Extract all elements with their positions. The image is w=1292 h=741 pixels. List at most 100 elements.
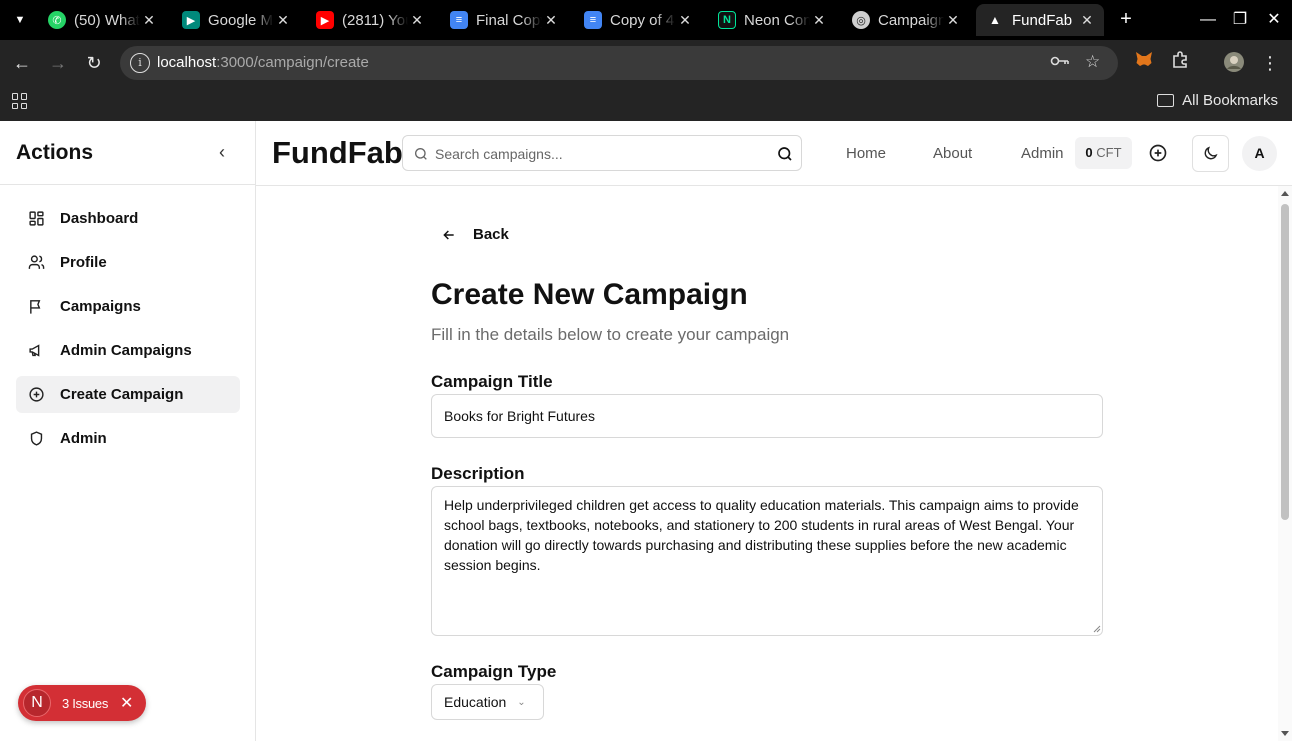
browser-tab[interactable]: ≡ Final Copy ✕ — [440, 4, 568, 36]
sidebar-item-admin[interactable]: Admin — [16, 420, 240, 457]
all-bookmarks-button[interactable]: All Bookmarks — [1157, 92, 1278, 109]
scroll-thumb[interactable] — [1281, 204, 1289, 520]
sidebar-item-label: Profile — [60, 254, 107, 271]
google-meet-icon: ▶ — [182, 11, 200, 29]
description-textarea[interactable]: Help underprivileged children get access… — [431, 486, 1103, 636]
browser-tab[interactable]: ≡ Copy of 4 ✕ — [574, 4, 702, 36]
browser-tab[interactable]: N Neon Console ✕ — [708, 4, 836, 36]
close-window-icon[interactable]: ✕ — [1262, 8, 1286, 32]
campaign-title-input[interactable] — [431, 394, 1103, 438]
arrow-left-icon — [443, 229, 454, 240]
campaign-type-select[interactable]: Education ⌄ — [431, 684, 544, 720]
tab-title: Campaigns — [878, 11, 944, 29]
scroll-up-arrow-icon[interactable] — [1281, 191, 1289, 196]
collapse-chevron-left-icon[interactable]: ‹ — [212, 141, 232, 165]
all-bookmarks-label: All Bookmarks — [1182, 92, 1278, 109]
tab-title: Final Copy — [476, 11, 542, 29]
theme-toggle-button[interactable] — [1192, 135, 1229, 172]
vercel-icon: ▲ — [989, 13, 1001, 27]
nav-admin[interactable]: Admin — [1021, 145, 1064, 162]
url-text[interactable]: localhost:3000/campaign/create — [157, 54, 369, 71]
profile-avatar-icon[interactable] — [1222, 51, 1246, 75]
youtube-icon: ▶ — [316, 11, 334, 29]
nav-about[interactable]: About — [933, 145, 972, 162]
campaign-type-label: Campaign Type — [431, 662, 557, 681]
bookmarks-bar: All Bookmarks — [0, 86, 1292, 121]
browser-tab[interactable]: ▶ Google Meet ✕ — [172, 4, 300, 36]
tab-close-icon[interactable]: ✕ — [274, 12, 292, 29]
brand-logo[interactable]: FundFab — [272, 135, 403, 171]
sidebar-item-dashboard[interactable]: Dashboard — [16, 200, 240, 237]
page-title: Create New Campaign — [431, 278, 748, 311]
browser-chrome: ▼ ✆ (50) WhatsApp ✕ ▶ Google Meet ✕ ▶ (2… — [0, 0, 1292, 121]
google-docs-icon: ≡ — [450, 11, 468, 29]
sidebar-item-campaigns[interactable]: Campaigns — [16, 288, 240, 325]
campaign-type-value: Education — [444, 694, 507, 710]
sidebar-item-admin-campaigns[interactable]: Admin Campaigns — [16, 332, 240, 369]
tab-strip: ▼ ✆ (50) WhatsApp ✕ ▶ Google Meet ✕ ▶ (2… — [0, 0, 1292, 40]
restore-icon[interactable]: ❐ — [1228, 8, 1252, 32]
sidebar-item-label: Admin Campaigns — [60, 342, 192, 359]
browser-tab[interactable]: ✆ (50) WhatsApp ✕ — [38, 4, 166, 36]
search-submit-icon[interactable] — [776, 145, 794, 163]
kebab-menu-icon[interactable]: ⋮ — [1258, 51, 1282, 75]
tab-close-icon[interactable]: ✕ — [676, 12, 694, 29]
sidebar-header: Actions ‹ — [0, 121, 255, 185]
credits-badge: 0 CFT — [1075, 137, 1132, 169]
back-label: Back — [473, 226, 509, 243]
address-bar[interactable]: i localhost:3000/campaign/create ☆ — [120, 46, 1118, 80]
tab-close-icon[interactable]: ✕ — [944, 12, 962, 29]
openai-icon: ◎ — [852, 11, 870, 29]
tab-title: FundFab — [1012, 11, 1073, 29]
user-avatar[interactable]: A — [1242, 136, 1277, 171]
forward-arrow-icon[interactable]: → — [46, 51, 70, 75]
whatsapp-icon: ✆ — [48, 11, 66, 29]
tab-close-icon[interactable]: ✕ — [810, 12, 828, 29]
tab-close-icon[interactable]: ✕ — [1078, 12, 1096, 29]
extensions-puzzle-icon[interactable] — [1168, 51, 1192, 75]
new-tab-icon[interactable]: + — [1114, 8, 1138, 32]
sidebar-title: Actions — [16, 141, 94, 164]
search-box[interactable] — [402, 135, 802, 171]
plus-circle-icon — [29, 387, 44, 402]
sidebar-item-label: Admin — [60, 430, 107, 447]
site-info-icon[interactable]: i — [130, 53, 150, 73]
search-input[interactable] — [435, 143, 755, 165]
back-button[interactable]: Back — [441, 226, 509, 243]
create-plus-icon[interactable] — [1148, 143, 1168, 163]
close-icon[interactable]: ✕ — [120, 693, 133, 713]
tab-close-icon[interactable]: ✕ — [140, 12, 158, 29]
back-arrow-icon[interactable]: ← — [10, 51, 34, 75]
bookmark-star-icon[interactable]: ☆ — [1085, 52, 1100, 72]
sidebar-item-label: Create Campaign — [60, 386, 184, 403]
sidebar-item-label: Dashboard — [60, 210, 139, 227]
credits-unit: CFT — [1096, 145, 1122, 160]
chevron-down-icon: ⌄ — [517, 696, 526, 708]
metamask-icon[interactable] — [1132, 51, 1156, 75]
browser-tab[interactable]: ▶ (2811) YouTube ✕ — [306, 4, 434, 36]
scroll-down-arrow-icon[interactable] — [1281, 731, 1289, 736]
page-subtitle: Fill in the details below to create your… — [431, 325, 790, 344]
megaphone-icon — [29, 344, 40, 357]
browser-tab[interactable]: ◎ Campaigns ✕ — [842, 4, 970, 36]
resize-handle-icon[interactable] — [1092, 624, 1101, 633]
minimize-icon[interactable]: — — [1196, 8, 1220, 32]
reload-icon[interactable]: ↻ — [82, 51, 106, 75]
browser-tab-active[interactable]: ▲ FundFab ✕ — [976, 4, 1104, 36]
page-scrollbar[interactable] — [1278, 186, 1292, 741]
sidebar-item-profile[interactable]: Profile — [16, 244, 240, 281]
tab-close-icon[interactable]: ✕ — [408, 12, 426, 29]
nav-home[interactable]: Home — [846, 145, 886, 162]
issues-badge[interactable]: N 3 Issues ✕ — [18, 685, 146, 721]
tab-close-icon[interactable]: ✕ — [542, 12, 560, 29]
url-path: :3000/campaign/create — [216, 54, 369, 71]
moon-icon — [1204, 146, 1218, 160]
credits-value: 0 — [1085, 145, 1093, 160]
browser-toolbar: ← → ↻ i localhost:3000/campaign/create ☆… — [0, 40, 1292, 86]
sidebar-item-create-campaign[interactable]: Create Campaign — [16, 376, 240, 413]
neon-icon: N — [718, 11, 736, 29]
apps-grid-icon[interactable] — [12, 93, 28, 109]
flag-icon — [30, 300, 41, 314]
password-key-icon[interactable] — [1050, 54, 1070, 72]
tab-search-chevron-icon[interactable]: ▼ — [8, 8, 32, 32]
